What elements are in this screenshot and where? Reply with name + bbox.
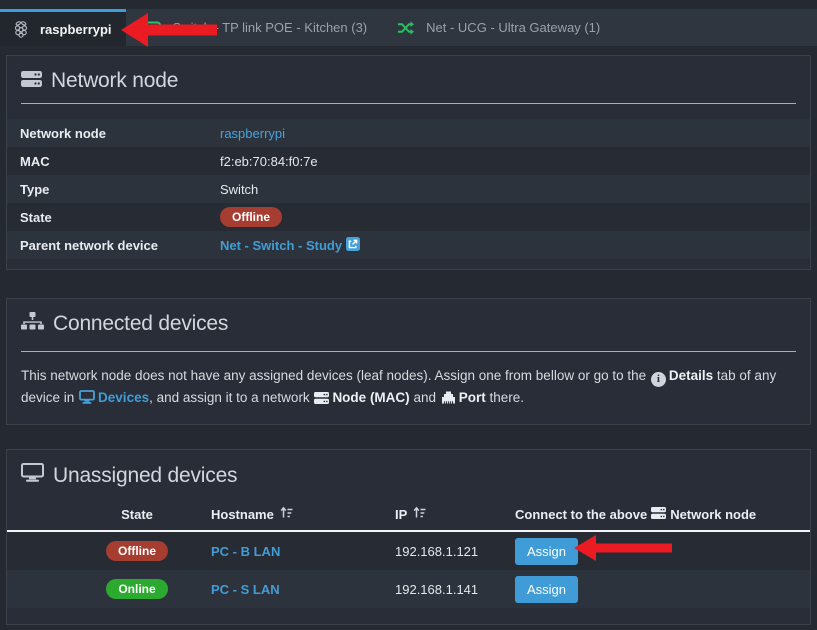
sitemap-icon <box>21 312 44 336</box>
unassigned-table-body: Offline PC - B LAN 192.168.1.121 Assign … <box>7 532 810 608</box>
network-node-table: Network node raspberrypi MAC f2:eb:70:84… <box>7 119 810 259</box>
raspberry-pi-icon <box>14 21 28 38</box>
row-label: MAC <box>20 154 220 169</box>
col-header-label: IP <box>395 507 407 522</box>
sort-icon[interactable] <box>280 506 293 522</box>
external-link-icon <box>346 237 360 254</box>
ip-value: 192.168.1.141 <box>387 582 507 597</box>
network-node-panel: Network node Network node raspberrypi MA… <box>6 55 811 270</box>
row-label: State <box>20 210 220 225</box>
note-text: and <box>410 390 440 405</box>
parent-device-label: Net - Switch - Study <box>220 238 342 253</box>
col-header-state: State <box>7 507 197 522</box>
info-circle-icon: i <box>651 372 666 387</box>
port-icon <box>441 389 456 410</box>
type-value: Switch <box>220 182 258 197</box>
table-row: Parent network device Net - Switch - Stu… <box>7 231 810 259</box>
status-badge: Online <box>106 579 167 599</box>
shuffle-icon <box>397 21 414 35</box>
sort-icon[interactable] <box>413 506 426 522</box>
col-header-connect: Connect to the above Network node <box>507 507 810 522</box>
node-icon <box>651 507 666 522</box>
assign-button[interactable]: Assign <box>515 538 578 565</box>
connected-devices-title: Connected devices <box>7 299 810 336</box>
tab-switch-kitchen[interactable]: Switch - TP link POE - Kitchen (3) <box>126 9 383 46</box>
connected-devices-panel: Connected devices This network node does… <box>6 298 811 425</box>
device-row: Online PC - S LAN 192.168.1.141 Assign <box>7 570 810 608</box>
table-row: State Offline <box>7 203 810 231</box>
col-header-label: Connect to the above <box>515 507 647 522</box>
node-icon <box>314 389 329 410</box>
col-header-label: Hostname <box>211 507 274 522</box>
col-header-ip[interactable]: IP <box>387 506 507 522</box>
devices-desktop-icon <box>79 389 95 410</box>
col-header-label: Network node <box>670 507 756 522</box>
unassigned-devices-title: Unassigned devices <box>7 450 810 488</box>
network-node-title: Network node <box>7 56 810 93</box>
row-label: Parent network device <box>20 238 220 253</box>
desktop-icon <box>21 463 44 488</box>
status-badge: Offline <box>106 541 168 561</box>
node-mac-ref: Node (MAC) <box>332 390 409 405</box>
device-row: Offline PC - B LAN 192.168.1.121 Assign <box>7 532 810 570</box>
row-label: Type <box>20 182 220 197</box>
devices-link[interactable]: Devices <box>98 387 149 408</box>
ip-value: 192.168.1.121 <box>387 544 507 559</box>
parent-device-link[interactable]: Net - Switch - Study <box>220 237 360 254</box>
title-divider <box>21 103 796 104</box>
table-row: Type Switch <box>7 175 810 203</box>
note-text: This network node does not have any assi… <box>21 368 650 383</box>
network-app-page: raspberrypi Switch - TP link POE - Kitch… <box>0 0 817 630</box>
tab-net-gateway[interactable]: Net - UCG - Ultra Gateway (1) <box>382 9 615 46</box>
section-title: Network node <box>51 69 178 93</box>
row-label: Network node <box>20 126 220 141</box>
hostname-link[interactable]: PC - S LAN <box>211 582 280 597</box>
hostname-link[interactable]: PC - B LAN <box>211 544 280 559</box>
tab-label: Switch - TP link POE - Kitchen (3) <box>173 20 368 35</box>
tab-raspberrypi[interactable]: raspberrypi <box>0 9 126 46</box>
node-name-link[interactable]: raspberrypi <box>220 126 285 141</box>
table-row: MAC f2:eb:70:84:f0:7e <box>7 147 810 175</box>
table-row: Network node raspberrypi <box>7 119 810 147</box>
unassigned-devices-panel: Unassigned devices State Hostname IP <box>6 449 811 625</box>
note-text: , and assign it to a network <box>149 390 313 405</box>
unassigned-table-header: State Hostname IP <box>7 500 810 528</box>
assign-button[interactable]: Assign <box>515 576 578 603</box>
port-ref: Port <box>459 390 486 405</box>
server-node-icon <box>21 69 42 93</box>
no-devices-note: This network node does not have any assi… <box>7 352 810 410</box>
status-badge: Offline <box>220 207 282 227</box>
tab-bar: raspberrypi Switch - TP link POE - Kitch… <box>0 9 817 46</box>
section-title: Unassigned devices <box>53 464 237 488</box>
details-ref: Details <box>669 368 713 383</box>
mac-value: f2:eb:70:84:f0:7e <box>220 154 318 169</box>
section-title: Connected devices <box>53 312 228 336</box>
note-text: there. <box>486 390 524 405</box>
tab-label: raspberrypi <box>40 22 112 37</box>
switch-icon <box>141 21 161 35</box>
col-header-hostname[interactable]: Hostname <box>197 506 387 522</box>
tab-label: Net - UCG - Ultra Gateway (1) <box>426 20 600 35</box>
